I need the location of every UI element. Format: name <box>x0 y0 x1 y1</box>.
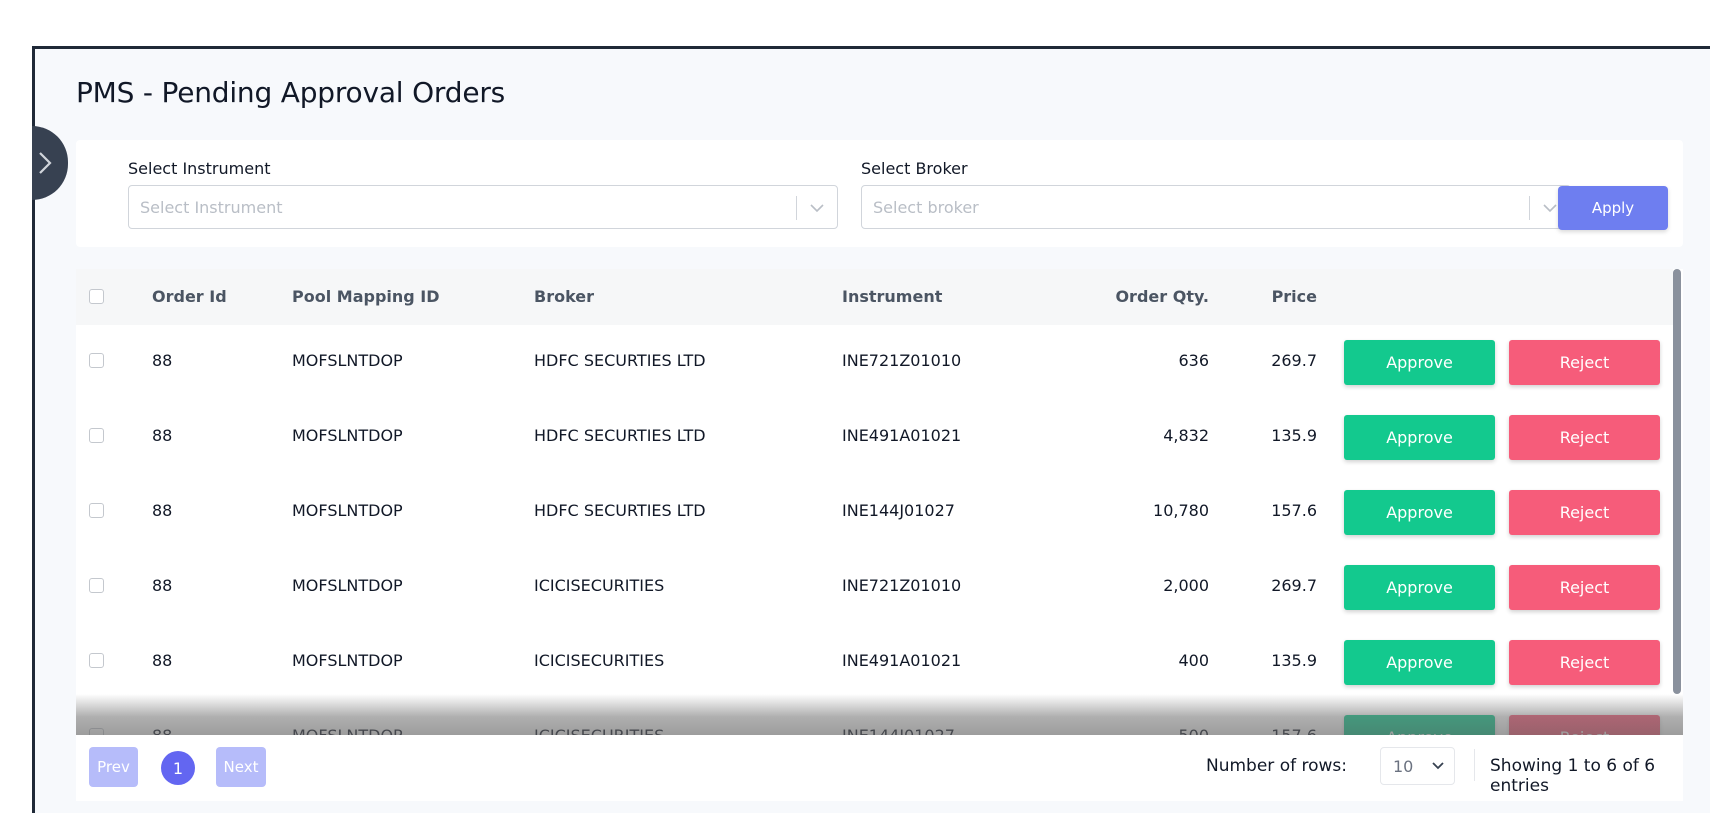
cell-order-id: 88 <box>152 651 173 670</box>
cell-order-id: 88 <box>152 576 173 595</box>
cell-price: 135.9 <box>1271 426 1317 445</box>
instrument-placeholder: Select Instrument <box>140 198 283 217</box>
row-checkbox[interactable] <box>89 428 104 443</box>
select-all-checkbox[interactable] <box>89 289 104 304</box>
cell-order-id: 88 <box>152 351 173 370</box>
chevron-down-icon[interactable] <box>809 201 825 215</box>
reject-button[interactable]: Reject <box>1509 340 1660 385</box>
cell-price: 135.9 <box>1271 651 1317 670</box>
table-row: 88 MOFSLNTDOP ICICISECURITIES INE491A01021 4… <box>76 625 1673 701</box>
approve-button[interactable]: Approve <box>1344 490 1495 535</box>
cell-broker: HDFC SECURTIES LTD <box>534 501 706 520</box>
approve-button[interactable]: Approve <box>1344 565 1495 610</box>
pagination-bar: Prev 1 Next Number of rows: 10 Showing 1… <box>76 735 1683 801</box>
cell-price: 269.7 <box>1271 351 1317 370</box>
page-title: PMS - Pending Approval Orders <box>76 76 506 109</box>
broker-placeholder: Select broker <box>873 198 979 217</box>
next-page-button[interactable]: Next <box>216 747 266 787</box>
apply-button[interactable]: Apply <box>1558 186 1668 230</box>
select-separator <box>796 196 797 220</box>
prev-page-button[interactable]: Prev <box>89 747 138 787</box>
broker-label: Select Broker <box>861 159 968 178</box>
cell-instrument: INE491A01021 <box>842 426 962 445</box>
cell-order-id: 88 <box>152 501 173 520</box>
row-checkbox[interactable] <box>89 578 104 593</box>
table-row: 88 MOFSLNTDOP HDFC SECURTIES LTD INE144J010… <box>76 475 1673 551</box>
rows-per-page-select[interactable]: 10 <box>1380 747 1455 785</box>
broker-select[interactable]: Select broker <box>861 185 1571 229</box>
cell-pool-mapping-id: MOFSLNTDOP <box>292 501 403 520</box>
header-order-qty: Order Qty. <box>1115 287 1209 306</box>
cell-instrument: INE491A01021 <box>842 651 962 670</box>
instrument-select[interactable]: Select Instrument <box>128 185 838 229</box>
approve-button[interactable]: Approve <box>1344 340 1495 385</box>
reject-button[interactable]: Reject <box>1509 640 1660 685</box>
cell-pool-mapping-id: MOFSLNTDOP <box>292 426 403 445</box>
cell-order-qty: 636 <box>1178 351 1209 370</box>
row-checkbox[interactable] <box>89 653 104 668</box>
select-separator <box>1529 196 1530 220</box>
entries-summary: Showing 1 to 6 of 6 entries <box>1490 756 1656 796</box>
orders-table: Order Id Pool Mapping ID Broker Instrume… <box>76 269 1683 759</box>
reject-button[interactable]: Reject <box>1509 415 1660 460</box>
table-scrollbar[interactable] <box>1673 269 1681 694</box>
reject-button[interactable]: Reject <box>1509 565 1660 610</box>
cell-instrument: INE721Z01010 <box>842 351 962 370</box>
header-price: Price <box>1271 287 1317 306</box>
row-checkbox[interactable] <box>89 353 104 368</box>
cell-price: 269.7 <box>1271 576 1317 595</box>
header-broker: Broker <box>534 287 595 306</box>
row-checkbox[interactable] <box>89 503 104 518</box>
cell-order-qty: 400 <box>1178 651 1209 670</box>
cell-broker: ICICISECURITIES <box>534 576 665 595</box>
chevron-down-icon[interactable] <box>1542 201 1558 215</box>
cell-broker: ICICISECURITIES <box>534 651 665 670</box>
filter-card: Select Instrument Select Instrument Sele… <box>76 140 1683 247</box>
cell-pool-mapping-id: MOFSLNTDOP <box>292 576 403 595</box>
sidebar-toggle[interactable] <box>32 126 68 200</box>
instrument-label: Select Instrument <box>128 159 271 178</box>
table-row: 88 MOFSLNTDOP HDFC SECURTIES LTD INE491A010… <box>76 400 1673 476</box>
footer-divider <box>1474 749 1475 781</box>
chevron-right-icon <box>39 152 52 174</box>
chevron-down-icon <box>1432 762 1444 770</box>
cell-pool-mapping-id: MOFSLNTDOP <box>292 351 403 370</box>
reject-button[interactable]: Reject <box>1509 490 1660 535</box>
table-row: 88 MOFSLNTDOP ICICISECURITIES INE721Z01010 2… <box>76 550 1673 626</box>
cell-order-id: 88 <box>152 426 173 445</box>
cell-pool-mapping-id: MOFSLNTDOP <box>292 651 403 670</box>
header-instrument: Instrument <box>842 287 943 306</box>
cell-broker: HDFC SECURTIES LTD <box>534 426 706 445</box>
approve-button[interactable]: Approve <box>1344 640 1495 685</box>
main-panel: PMS - Pending Approval Orders Select Ins… <box>32 46 1710 813</box>
cell-price: 157.6 <box>1271 501 1317 520</box>
table-row: 88 MOFSLNTDOP HDFC SECURTIES LTD INE721Z010… <box>76 325 1673 401</box>
rows-per-page-value: 10 <box>1393 757 1414 776</box>
cell-instrument: INE721Z01010 <box>842 576 962 595</box>
cell-order-qty: 2,000 <box>1163 576 1209 595</box>
approve-button[interactable]: Approve <box>1344 415 1495 460</box>
cell-broker: HDFC SECURTIES LTD <box>534 351 706 370</box>
page-1-button[interactable]: 1 <box>161 751 195 785</box>
header-order-id: Order Id <box>152 287 227 306</box>
cell-order-qty: 10,780 <box>1153 501 1209 520</box>
rows-per-page-label: Number of rows: <box>1206 756 1347 776</box>
header-pool-mapping-id: Pool Mapping ID <box>292 287 440 306</box>
cell-instrument: INE144J01027 <box>842 501 955 520</box>
cell-order-qty: 4,832 <box>1163 426 1209 445</box>
table-header: Order Id Pool Mapping ID Broker Instrume… <box>76 269 1673 326</box>
